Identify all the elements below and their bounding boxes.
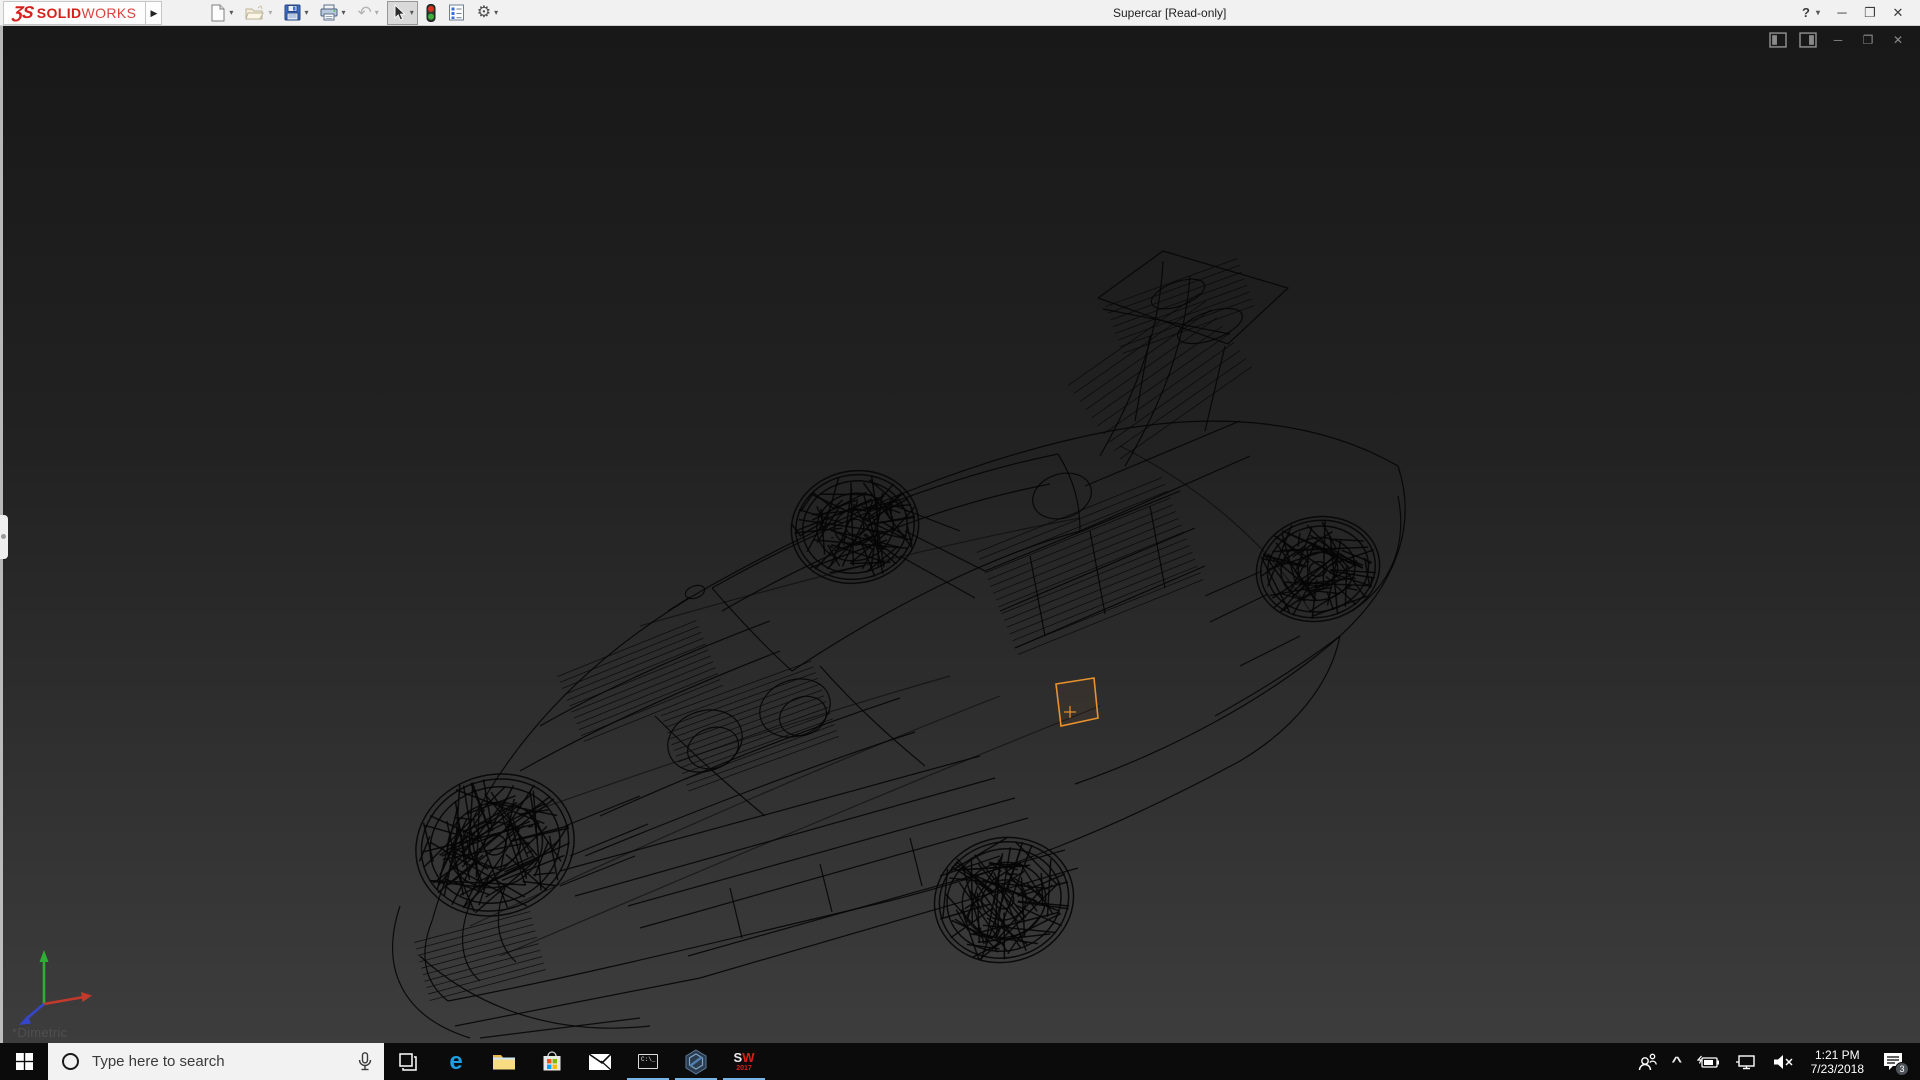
select-tool-button[interactable]: ▾ <box>387 1 418 25</box>
doc-close-button[interactable]: ✕ <box>1888 32 1908 48</box>
hexagon-app-button[interactable] <box>672 1043 720 1080</box>
orientation-triad <box>19 950 92 1025</box>
print-button[interactable]: ▾ <box>316 1 349 25</box>
start-button[interactable] <box>0 1043 48 1080</box>
clock-date: 7/23/2018 <box>1811 1062 1864 1076</box>
select-dropdown-caret-icon[interactable]: ▾ <box>410 8 414 17</box>
file-properties-button[interactable] <box>444 1 469 25</box>
notification-badge: 3 <box>1895 1062 1909 1076</box>
view-orientation-label: *Dimetric <box>12 1025 67 1040</box>
people-button[interactable] <box>1629 1043 1665 1080</box>
selection-highlight <box>1056 678 1098 726</box>
help-icon: ? <box>1802 0 1810 26</box>
doc-restore-button[interactable]: ❐ <box>1858 32 1878 48</box>
wireframe-car-render <box>0 26 1920 1043</box>
print-icon <box>320 4 338 21</box>
panel-splitter-handle[interactable] <box>0 515 8 559</box>
gear-icon: ⚙ <box>477 5 491 21</box>
open-dropdown-caret-icon[interactable]: ▾ <box>268 8 272 17</box>
undo-button[interactable]: ↶ ▾ <box>353 1 382 25</box>
edge-icon: e <box>449 1050 462 1074</box>
pane-right-icon[interactable] <box>1798 32 1818 48</box>
network-icon <box>1735 1054 1757 1070</box>
quick-access-toolbar: ▾ ▾ ▾ <box>204 0 504 26</box>
task-view-button[interactable] <box>384 1043 432 1080</box>
minimize-button[interactable]: ─ <box>1828 0 1856 26</box>
clock[interactable]: 1:21 PM 7/23/2018 <box>1801 1048 1874 1076</box>
command-prompt-icon: C:\_ <box>638 1054 658 1069</box>
action-center-button[interactable]: 3 <box>1874 1043 1916 1080</box>
task-view-icon <box>398 1052 418 1072</box>
rebuild-button[interactable] <box>422 1 440 25</box>
file-explorer-icon <box>492 1052 516 1072</box>
file-properties-icon <box>448 4 465 21</box>
print-dropdown-caret-icon[interactable]: ▾ <box>341 8 345 17</box>
battery-plug-icon <box>1697 1055 1719 1069</box>
system-tray: ^ <box>1629 1043 1920 1080</box>
microsoft-store-icon <box>541 1051 563 1073</box>
undo-dropdown-caret-icon[interactable]: ▾ <box>375 8 379 17</box>
edge-button[interactable]: e <box>432 1043 480 1080</box>
options-dropdown-caret-icon[interactable]: ▾ <box>494 8 498 17</box>
splitter-dot-icon <box>1 534 6 539</box>
titlebar: ƷS SOLIDWORKS ▶ ▾ ▾ <box>0 0 1920 26</box>
solidworks-2017-icon: SW 2017 <box>731 1050 758 1074</box>
clock-time: 1:21 PM <box>1811 1048 1864 1062</box>
mail-button[interactable] <box>576 1043 624 1080</box>
command-prompt-button[interactable]: C:\_ <box>624 1043 672 1080</box>
window-controls: ? ▾ ─ ❐ ✕ <box>1794 0 1912 26</box>
windows-logo-icon <box>16 1053 33 1070</box>
hexagon-app-icon <box>684 1049 708 1075</box>
rebuild-traffic-light-icon <box>426 4 436 22</box>
help-dropdown-caret-icon: ▾ <box>1816 0 1820 26</box>
taskbar-apps: e <box>384 1043 768 1080</box>
window-title: Supercar [Read-only] <box>1113 0 1226 26</box>
microphone-icon[interactable] <box>358 1052 372 1071</box>
solidworks-logo-mark: ƷS <box>12 3 35 23</box>
mail-icon <box>588 1053 612 1071</box>
doc-minimize-button[interactable]: ─ <box>1828 32 1848 48</box>
save-button[interactable]: ▾ <box>280 1 312 25</box>
search-input[interactable] <box>92 1053 346 1070</box>
solidworks-logo-light: WORKS <box>82 5 137 21</box>
options-button[interactable]: ⚙ ▾ <box>473 1 502 25</box>
new-dropdown-caret-icon[interactable]: ▾ <box>229 8 233 17</box>
file-explorer-button[interactable] <box>480 1043 528 1080</box>
new-document-icon <box>210 4 226 22</box>
solidworks-logo: ƷS SOLIDWORKS <box>3 1 146 25</box>
undo-icon: ↶ <box>357 5 371 21</box>
solidworks-logo-bold: SOLID <box>37 5 82 21</box>
taskbar: e <box>0 1043 1920 1080</box>
wireframe-car <box>393 251 1405 1038</box>
open-button[interactable]: ▾ <box>241 1 276 25</box>
menu-expand-arrow-icon[interactable]: ▶ <box>146 1 162 25</box>
microsoft-store-button[interactable] <box>528 1043 576 1080</box>
volume-muted-icon <box>1773 1054 1793 1070</box>
taskbar-search[interactable] <box>48 1043 384 1080</box>
save-floppy-icon <box>284 4 301 21</box>
document-window-controls: ─ ❐ ✕ <box>1768 32 1908 48</box>
volume-button[interactable] <box>1765 1043 1801 1080</box>
cortana-icon <box>62 1053 79 1070</box>
desktop: ƷS SOLIDWORKS ▶ ▾ ▾ <box>0 0 1920 1080</box>
tray-overflow-button[interactable]: ^ <box>1665 1043 1689 1080</box>
power-button[interactable] <box>1689 1043 1727 1080</box>
network-button[interactable] <box>1727 1043 1765 1080</box>
restore-button[interactable]: ❐ <box>1856 0 1884 26</box>
pane-left-icon[interactable] <box>1768 32 1788 48</box>
save-dropdown-caret-icon[interactable]: ▾ <box>304 8 308 17</box>
help-button[interactable]: ? ▾ <box>1794 0 1828 26</box>
chevron-up-icon: ^ <box>1671 1054 1682 1069</box>
new-document-button[interactable]: ▾ <box>206 1 237 25</box>
people-icon <box>1637 1053 1657 1071</box>
close-button[interactable]: ✕ <box>1884 0 1912 26</box>
graphics-viewport[interactable]: ─ ❐ ✕ *Dimetric <box>0 26 1920 1043</box>
select-cursor-icon <box>391 4 407 22</box>
solidworks-button[interactable]: SW 2017 <box>720 1043 768 1080</box>
open-folder-icon <box>245 5 265 21</box>
